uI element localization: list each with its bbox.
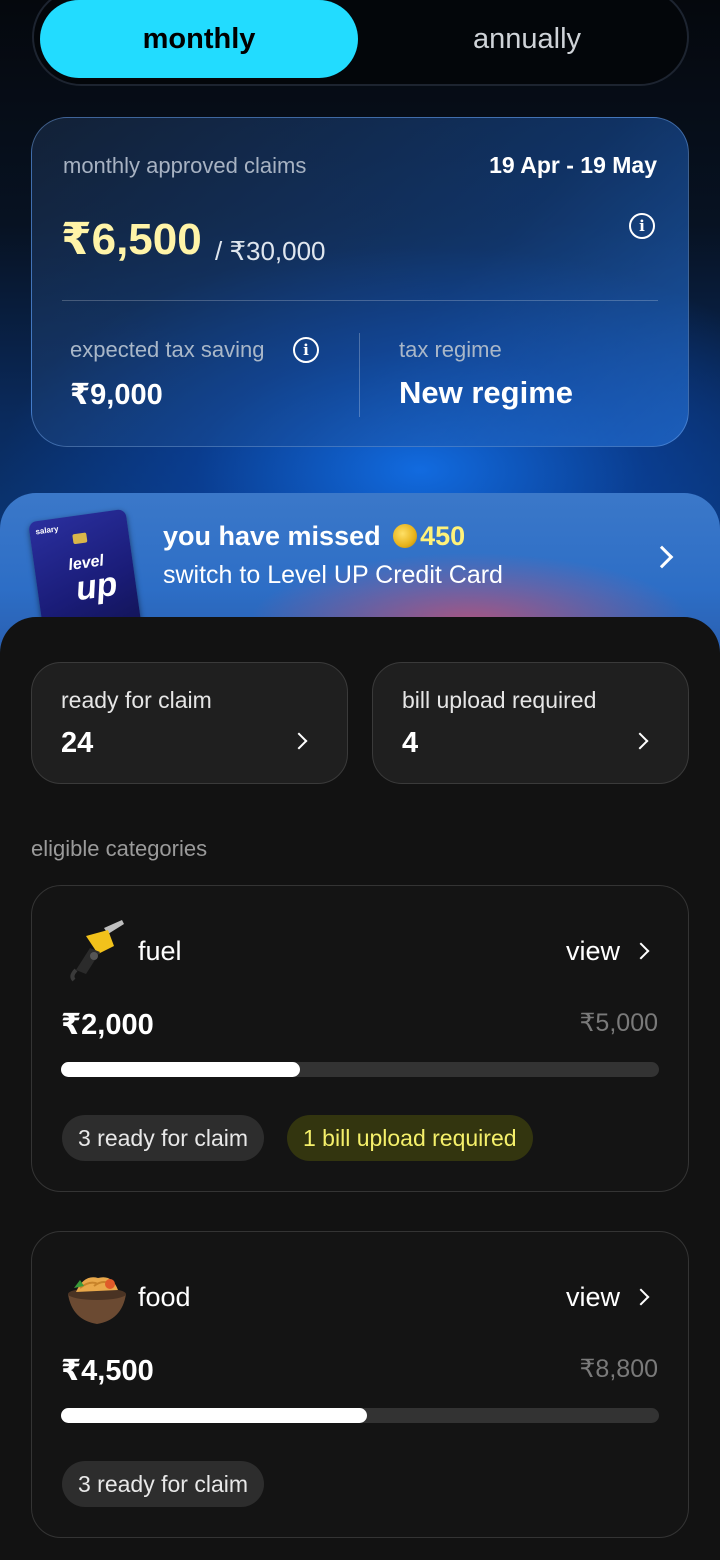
ready-for-claim-label: ready for claim — [61, 687, 212, 713]
divider — [62, 300, 658, 301]
card-chip — [72, 532, 88, 545]
chevron-right-icon — [631, 732, 649, 750]
category-claimed-amount: ₹2,000 — [61, 1009, 154, 1041]
card-up-text: up — [73, 564, 120, 609]
bill-upload-label: bill upload required — [402, 687, 597, 713]
view-link[interactable]: view — [566, 936, 620, 967]
progress-fill — [61, 1062, 301, 1077]
category-claimed-amount: ₹4,500 — [61, 1355, 154, 1387]
eligible-categories-heading: eligible categories — [31, 836, 208, 861]
tax-saving-label: expected tax saving — [70, 337, 265, 362]
food-bowl-icon — [68, 1277, 126, 1324]
tax-saving-info-icon[interactable]: i — [293, 337, 319, 363]
vertical-divider — [359, 333, 360, 417]
ready-for-claim-count: 24 — [61, 727, 94, 759]
bill-upload-required-card[interactable]: bill upload required 4 — [372, 662, 689, 784]
missed-coin-count: 450 — [420, 521, 466, 551]
chevron-right-icon[interactable] — [650, 545, 674, 569]
promo-cta-text: switch to Level UP Credit Card — [163, 561, 503, 589]
progress-bar — [61, 1408, 659, 1423]
approved-claims-label: monthly approved claims — [63, 153, 307, 178]
coin-icon — [393, 524, 418, 548]
chevron-right-icon[interactable] — [632, 1288, 650, 1306]
progress-fill — [61, 1408, 367, 1423]
bill-upload-count: 4 — [402, 727, 419, 759]
tax-saving-value: ₹9,000 — [70, 379, 163, 411]
approved-limit: / ₹30,000 — [215, 236, 326, 266]
bill-upload-badge[interactable]: 1 bill upload required — [287, 1115, 533, 1161]
monthly-tab[interactable]: monthly — [40, 0, 358, 78]
period-toggle: monthly annually — [32, 0, 689, 86]
category-name: fuel — [138, 936, 182, 966]
category-card-food[interactable]: food view ₹4,500 ₹8,800 3 ready for clai… — [31, 1231, 689, 1538]
category-name: food — [138, 1282, 191, 1312]
tax-regime-value: New regime — [399, 375, 574, 410]
fuel-nozzle-icon — [70, 920, 124, 982]
tax-regime-label: tax regime — [399, 337, 502, 362]
ready-for-claim-card[interactable]: ready for claim 24 — [31, 662, 348, 784]
missed-prefix: you have missed — [163, 521, 381, 551]
view-link[interactable]: view — [566, 1282, 620, 1313]
progress-bar — [61, 1062, 659, 1077]
info-icon[interactable]: i — [629, 213, 655, 239]
missed-coins-text: you have missed 450 — [163, 521, 465, 552]
claims-summary-card: monthly approved claims 19 Apr - 19 May … — [31, 117, 689, 447]
category-card-fuel[interactable]: fuel view ₹2,000 ₹5,000 3 ready for clai… — [31, 885, 689, 1192]
chevron-right-icon[interactable] — [632, 942, 650, 960]
claims-sheet: ready for claim 24 bill upload required … — [0, 617, 720, 1560]
ready-for-claim-badge[interactable]: 3 ready for claim — [62, 1115, 265, 1161]
ready-for-claim-badge[interactable]: 3 ready for claim — [62, 1461, 265, 1507]
approved-amount: ₹6,500 — [61, 215, 202, 264]
chevron-right-icon — [290, 732, 308, 750]
card-brand: salary — [34, 524, 60, 537]
date-range: 19 Apr - 19 May — [489, 152, 657, 178]
annually-tab[interactable]: annually — [368, 0, 686, 78]
category-limit-amount: ₹5,000 — [579, 1009, 658, 1037]
category-limit-amount: ₹8,800 — [579, 1355, 658, 1383]
